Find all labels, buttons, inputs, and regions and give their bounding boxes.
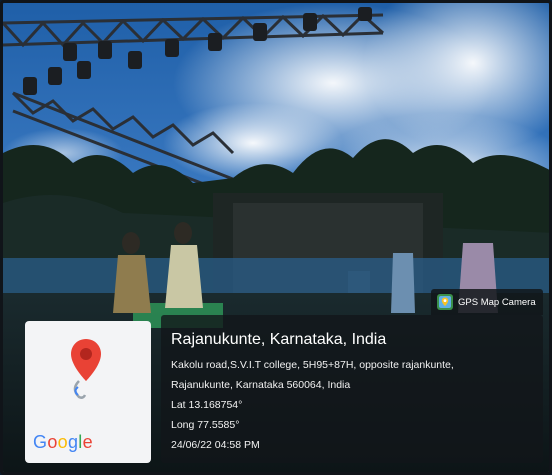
datetime: 24/06/22 04:58 PM bbox=[171, 439, 260, 451]
latitude: Lat 13.168754° bbox=[171, 399, 243, 411]
address-line-2: Rajanukunte, Karnataka 560064, India bbox=[171, 379, 351, 391]
gps-map-camera-badge: GPS Map Camera bbox=[431, 289, 543, 315]
longitude: Long 77.5585° bbox=[171, 419, 240, 431]
gps-map-camera-icon bbox=[437, 294, 453, 310]
address-line-1: Kakolu road,S.V.I.T college, 5H95+87H, o… bbox=[171, 359, 454, 371]
google-logo: Google bbox=[33, 432, 93, 452]
location-info-panel: Rajanukunte, Karnataka, India Kakolu roa… bbox=[161, 315, 543, 463]
location-title: Rajanukunte, Karnataka, India bbox=[171, 331, 387, 348]
map-thumbnail: Google bbox=[25, 321, 151, 463]
photo-frame: Google GPS Map Camera Rajanukunte, Karna… bbox=[0, 0, 552, 475]
badge-label: GPS Map Camera bbox=[458, 296, 536, 308]
map-pin-icon bbox=[71, 339, 101, 399]
